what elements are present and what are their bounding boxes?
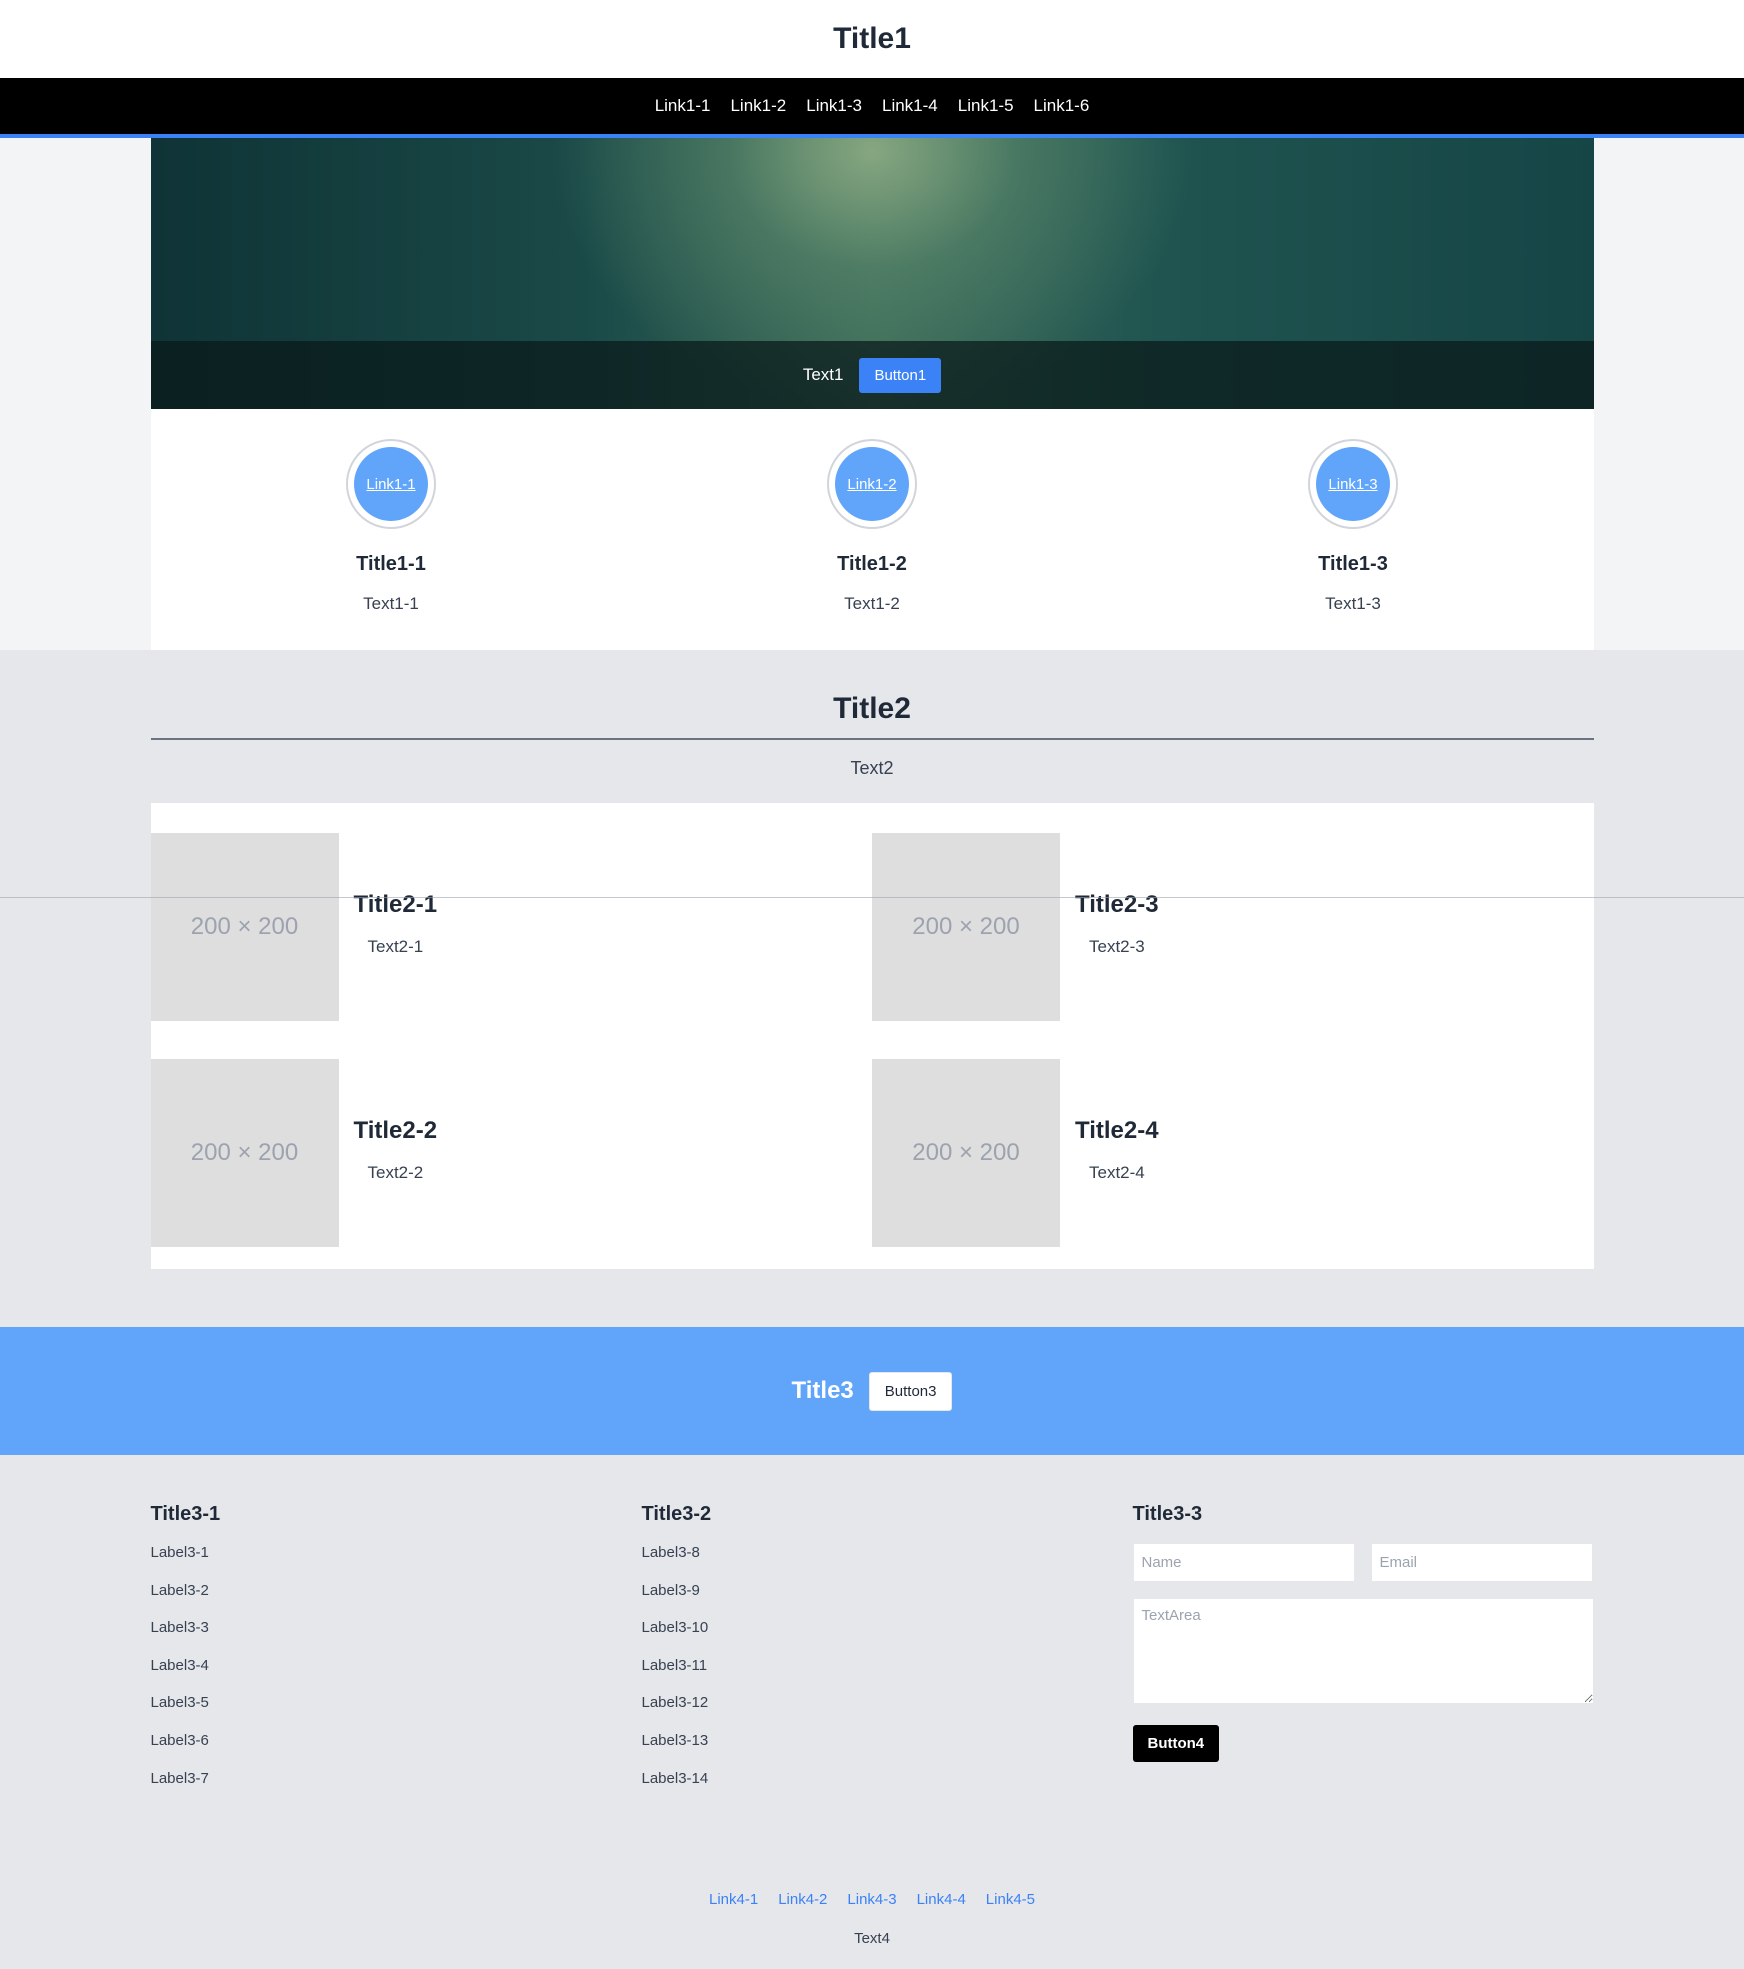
- cta-banner: Title3 Button3: [0, 1327, 1744, 1455]
- card-image-placeholder: 200 × 200: [150, 833, 339, 1021]
- feature-item: Link1-3 Title1-3 Text1-3: [1113, 409, 1594, 650]
- footer-label: Label3-3: [150, 1619, 209, 1637]
- footer-label: Label3-12: [641, 1694, 709, 1712]
- card: 200 × 200 Title2-3 Text2-3: [872, 833, 1594, 1021]
- card: 200 × 200 Title2-2 Text2-2: [150, 1058, 873, 1247]
- nav-link-3[interactable]: Link1-3: [806, 96, 862, 116]
- features-section: Link1-1 Title1-1 Text1-1 Link1-2 Title1-…: [150, 409, 1594, 650]
- feature-title: Title1-3: [1318, 553, 1388, 575]
- site-footer: Title3-1 Label3-1 Label3-2 Label3-3 Labe…: [0, 1455, 1744, 1969]
- card-text: Text2-4: [1089, 1162, 1145, 1182]
- footer-link-4[interactable]: Link4-4: [917, 1891, 966, 1908]
- card-text: Text2-2: [367, 1162, 424, 1182]
- feature-circle-link[interactable]: Link1-2: [835, 447, 909, 521]
- email-input[interactable]: [1370, 1543, 1593, 1582]
- footer-link-2[interactable]: Link4-2: [778, 1891, 827, 1908]
- card-body: Title2-4 Text2-4: [1060, 1059, 1159, 1247]
- name-input[interactable]: [1132, 1543, 1355, 1582]
- card-text: Text2-3: [1089, 937, 1145, 956]
- card-body: Title2-2 Text2-2: [339, 1059, 438, 1247]
- footer-label: Label3-6: [150, 1731, 209, 1749]
- cta-title: Title3: [791, 1377, 854, 1404]
- footer-link-1[interactable]: Link4-1: [709, 1891, 758, 1908]
- footer-label: Label3-1: [150, 1544, 209, 1561]
- card-body: Title2-3 Text2-3: [1060, 833, 1159, 1021]
- section-divider: [150, 738, 1594, 740]
- nav-link-5[interactable]: Link1-5: [958, 96, 1014, 116]
- feature-circle-ring: Link1-1: [346, 439, 436, 529]
- hero-caption-bar: Text1 Button1: [150, 341, 1594, 409]
- feature-text: Text1-3: [1325, 594, 1381, 613]
- footer-column-title: Title3-3: [1132, 1503, 1203, 1525]
- message-textarea[interactable]: [1132, 1598, 1594, 1704]
- footer-column-2: Title3-2 Label3-8 Label3-9 Label3-10 Lab…: [642, 1503, 1133, 1805]
- feature-item: Link1-1 Title1-1 Text1-1: [151, 409, 632, 650]
- card-body: Title2-1 Text2-1: [339, 833, 438, 1021]
- card-title: Title2-1: [353, 891, 438, 918]
- nav-link-2[interactable]: Link1-2: [730, 96, 786, 116]
- hero-banner: Text1 Button1: [150, 138, 1594, 409]
- nav-link-4[interactable]: Link1-4: [882, 96, 938, 116]
- hero-text: Text1: [802, 365, 844, 384]
- footer-contact-form: Title3-3 Button4: [1132, 1503, 1594, 1805]
- footer-label: Label3-10: [641, 1619, 709, 1637]
- footer-label: Label3-7: [150, 1769, 209, 1787]
- footer-column-1: Title3-1 Label3-1 Label3-2 Label3-3 Labe…: [151, 1503, 642, 1805]
- submit-button[interactable]: Button4: [1132, 1725, 1220, 1762]
- card-image-placeholder: 200 × 200: [872, 833, 1060, 1021]
- site-header: Title1: [0, 0, 1744, 78]
- card-image-placeholder: 200 × 200: [872, 1058, 1060, 1247]
- footer-label: Label3-8: [641, 1544, 700, 1561]
- cards-grid: 200 × 200 Title2-1 Text2-1 200 × 200 Tit…: [150, 803, 1594, 1269]
- footer-label: Label3-2: [150, 1581, 209, 1599]
- cards-section: Title2 Text2 200 × 200 Title2-1 Text2-1 …: [0, 650, 1744, 1327]
- nav-link-6[interactable]: Link1-6: [1034, 96, 1090, 116]
- footer-text: Text4: [854, 1930, 890, 1948]
- footer-label: Label3-9: [641, 1581, 700, 1599]
- feature-circle-ring: Link1-2: [827, 439, 917, 529]
- horizontal-guide-line: [0, 897, 1744, 898]
- card-image-placeholder: 200 × 200: [150, 1058, 339, 1247]
- page-title: Title1: [833, 22, 911, 55]
- footer-label: Label3-14: [641, 1769, 709, 1787]
- feature-title: Title1-2: [837, 553, 907, 575]
- feature-title: Title1-1: [356, 553, 426, 575]
- section-subtitle: Text2: [850, 758, 894, 778]
- nav-link-1[interactable]: Link1-1: [655, 96, 711, 116]
- feature-item: Link1-2 Title1-2 Text1-2: [632, 409, 1113, 650]
- main-nav: Link1-1 Link1-2 Link1-3 Link1-4 Link1-5 …: [0, 78, 1744, 138]
- card: 200 × 200 Title2-1 Text2-1: [150, 833, 873, 1021]
- footer-column-title: Title3-1: [150, 1503, 221, 1525]
- hero-button[interactable]: Button1: [859, 357, 942, 393]
- section-title: Title2: [833, 692, 911, 725]
- feature-text: Text1-1: [363, 594, 419, 613]
- feature-text: Text1-2: [844, 594, 900, 613]
- card: 200 × 200 Title2-4 Text2-4: [872, 1058, 1594, 1247]
- footer-label: Label3-11: [641, 1656, 708, 1674]
- footer-label: Label3-5: [150, 1694, 209, 1712]
- card-title: Title2-3: [1075, 891, 1159, 918]
- feature-circle-link[interactable]: Link1-1: [354, 447, 428, 521]
- footer-links: Link4-1 Link4-2 Link4-3 Link4-4 Link4-5: [151, 1891, 1594, 1908]
- card-title: Title2-2: [353, 1116, 438, 1144]
- card-text: Text2-1: [367, 937, 424, 956]
- feature-circle-ring: Link1-3: [1308, 439, 1398, 529]
- footer-label: Label3-4: [150, 1656, 209, 1674]
- card-title: Title2-4: [1075, 1116, 1159, 1144]
- footer-link-5[interactable]: Link4-5: [986, 1891, 1035, 1908]
- feature-circle-link[interactable]: Link1-3: [1316, 447, 1390, 521]
- footer-label: Label3-13: [641, 1731, 709, 1749]
- footer-column-title: Title3-2: [641, 1503, 712, 1525]
- footer-link-3[interactable]: Link4-3: [847, 1891, 896, 1908]
- cta-button[interactable]: Button3: [868, 1371, 953, 1411]
